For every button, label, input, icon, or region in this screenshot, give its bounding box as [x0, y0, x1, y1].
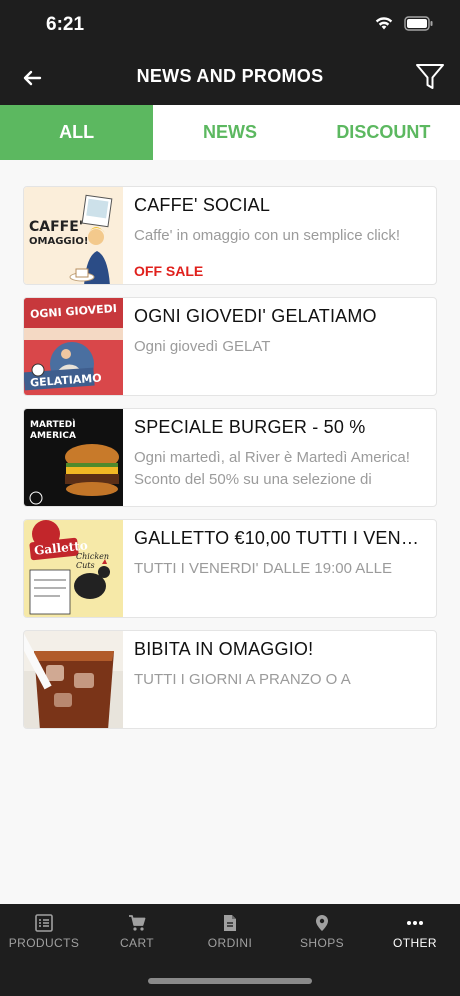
- nav-other[interactable]: OTHER: [369, 914, 460, 950]
- tab-bar: ALL NEWS DISCOUNT: [0, 105, 460, 160]
- status-time: 6:21: [46, 14, 85, 35]
- nav-label: OTHER: [393, 936, 437, 950]
- promo-title: BIBITA IN OMAGGIO!: [134, 639, 314, 659]
- promo-title: OGNI GIOVEDI' GELATIAMO: [134, 306, 377, 326]
- wifi-icon: [375, 17, 393, 30]
- promo-description: TUTTI I GIORNI A PRANZO O A: [134, 671, 351, 688]
- thumb-text-2: AMERICA: [30, 431, 76, 441]
- promo-title: GALLETTO €10,00 TUTTI I VENERDI': [134, 528, 426, 548]
- promo-card-galletto[interactable]: Galletto Chicken Cuts GALLETTO €10,00 TU…: [23, 519, 437, 618]
- promo-thumbnail: CAFFE' OMAGGIO!: [24, 187, 123, 284]
- tab-news[interactable]: NEWS: [153, 105, 306, 160]
- promo-description: Caffe' in omaggio con un semplice click!: [134, 227, 401, 244]
- promo-card-bibita-omaggio[interactable]: BIBITA IN OMAGGIO! TUTTI I GIORNI A PRAN…: [23, 630, 437, 729]
- page-title: NEWS AND PROMOS: [136, 66, 324, 86]
- promo-thumbnail: OGNI GIOVEDI GELATIAMO: [24, 298, 123, 395]
- app-header: NEWS AND PROMOS: [0, 50, 460, 105]
- promo-card-gelatiamo[interactable]: OGNI GIOVEDI GELATIAMO OGNI GIOVEDI' GEL…: [23, 297, 437, 396]
- nav-products[interactable]: PRODUCTS: [0, 914, 90, 950]
- promo-description: TUTTI I VENERDI' DALLE 19:00 ALLE: [134, 560, 392, 577]
- promo-list: CAFFE' OMAGGIO! CAFFE' SOCIAL Caffe' in …: [0, 160, 460, 904]
- status-bar: 6:21: [0, 0, 460, 50]
- promo-card-caffe-social[interactable]: CAFFE' OMAGGIO! CAFFE' SOCIAL Caffe' in …: [23, 186, 437, 285]
- promo-thumbnail: MARTEDÌ AMERICA: [24, 409, 123, 506]
- nav-label: ORDINI: [207, 936, 253, 950]
- list-icon: [35, 914, 53, 932]
- filter-icon[interactable]: [414, 61, 446, 93]
- promo-title: CAFFE' SOCIAL: [134, 195, 271, 215]
- promo-description: Ogni martedì, al River è Martedì America…: [134, 449, 410, 488]
- status-icons: [374, 15, 434, 31]
- nav-label: SHOPS: [299, 936, 344, 950]
- battery-icon: [404, 15, 433, 31]
- promo-description: Ogni giovedì GELAT: [134, 338, 271, 355]
- thumb-text-2: OMAGGIO!: [29, 236, 89, 247]
- location-pin-icon: [316, 915, 328, 931]
- off-sale-badge: OFF SALE: [134, 263, 204, 279]
- tab-all[interactable]: ALL: [0, 105, 154, 160]
- nav-label: PRODUCTS: [8, 936, 80, 950]
- drink-image: [24, 631, 123, 728]
- thumb-text-1: MARTEDÌ: [30, 420, 76, 430]
- thumb-text-2: Chicken Cuts: [76, 552, 110, 570]
- cart-icon: [129, 915, 146, 931]
- nav-shops[interactable]: SHOPS: [276, 914, 368, 950]
- home-indicator[interactable]: [148, 978, 312, 984]
- tab-discount[interactable]: DISCOUNT: [307, 105, 460, 160]
- promo-title: SPECIALE BURGER - 50 %: [134, 417, 366, 437]
- nav-label: CART: [119, 936, 155, 950]
- promo-card-speciale-burger[interactable]: MARTEDÌ AMERICA SPECIALE BURGER - 50 % O…: [23, 408, 437, 507]
- more-dots-icon: [407, 921, 423, 925]
- promo-thumbnail: Galletto Chicken Cuts: [24, 520, 123, 617]
- nav-ordini[interactable]: ORDINI: [184, 914, 276, 950]
- thumb-text-1: CAFFE': [29, 219, 84, 235]
- document-icon: [224, 915, 236, 931]
- nav-cart[interactable]: CART: [91, 914, 183, 950]
- promo-thumbnail: [24, 631, 123, 728]
